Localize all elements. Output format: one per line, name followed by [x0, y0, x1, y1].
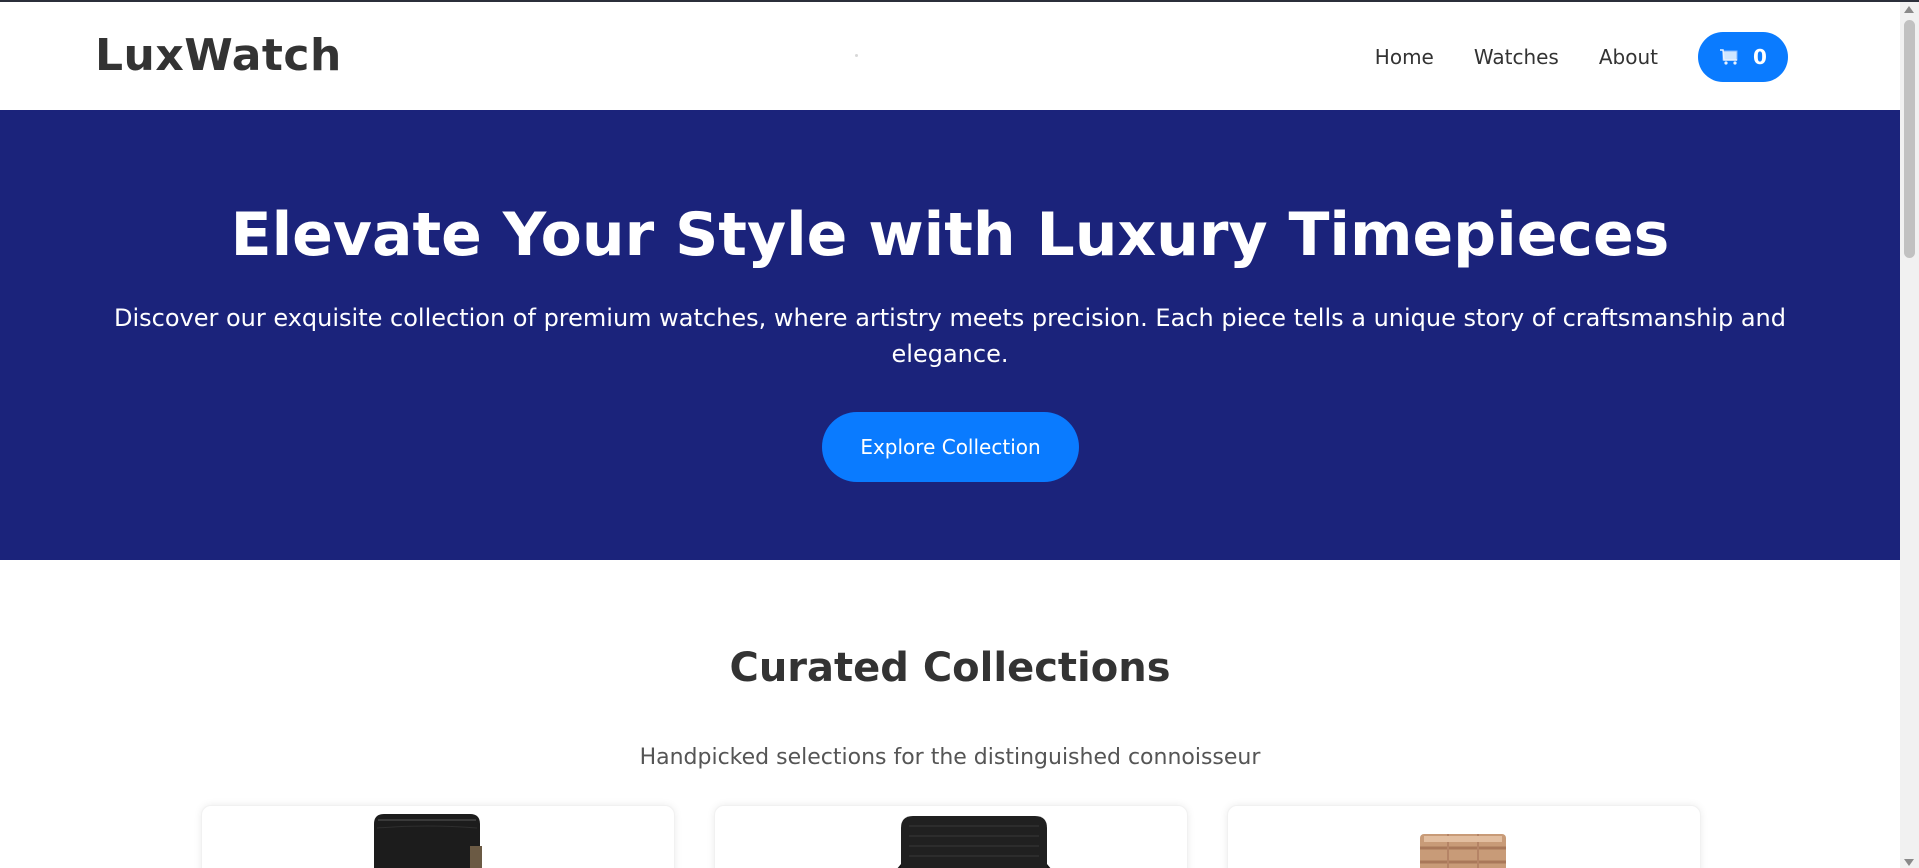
explore-collection-button[interactable]: Explore Collection [822, 412, 1079, 482]
hero-banner: Elevate Your Style with Luxury Timepiece… [0, 110, 1900, 560]
nav-link-watches[interactable]: Watches [1474, 45, 1559, 69]
watch-image [1420, 834, 1506, 868]
vertical-scrollbar[interactable] [1900, 2, 1919, 868]
cart-count: 0 [1753, 45, 1767, 69]
header-divider-dot [855, 54, 858, 57]
product-card[interactable] [714, 805, 1188, 868]
product-card[interactable] [1227, 805, 1701, 868]
hero-subtitle: Discover our exquisite collection of pre… [114, 304, 1786, 368]
page: LuxWatch Home Watches About 0 Elevate Yo… [0, 0, 1919, 868]
watch-image [374, 814, 482, 868]
hero-title: Elevate Your Style with Luxury Timepiece… [230, 200, 1670, 270]
nav-link-about[interactable]: About [1599, 45, 1658, 69]
scroll-up-arrow-icon[interactable] [1904, 6, 1914, 13]
watch-image [897, 816, 1051, 868]
main-nav: Home Watches About 0 [1375, 32, 1788, 82]
scroll-down-arrow-icon[interactable] [1904, 859, 1914, 866]
scrollbar-thumb[interactable] [1904, 20, 1915, 258]
cart-button[interactable]: 0 [1698, 32, 1788, 82]
section-title: Curated Collections [729, 645, 1171, 691]
product-card[interactable] [201, 805, 675, 868]
nav-link-home[interactable]: Home [1375, 45, 1434, 69]
site-header: LuxWatch Home Watches About 0 [0, 2, 1900, 110]
cart-icon [1720, 49, 1738, 65]
section-subtitle: Handpicked selections for the distinguis… [639, 745, 1261, 770]
logo[interactable]: LuxWatch [95, 30, 342, 81]
